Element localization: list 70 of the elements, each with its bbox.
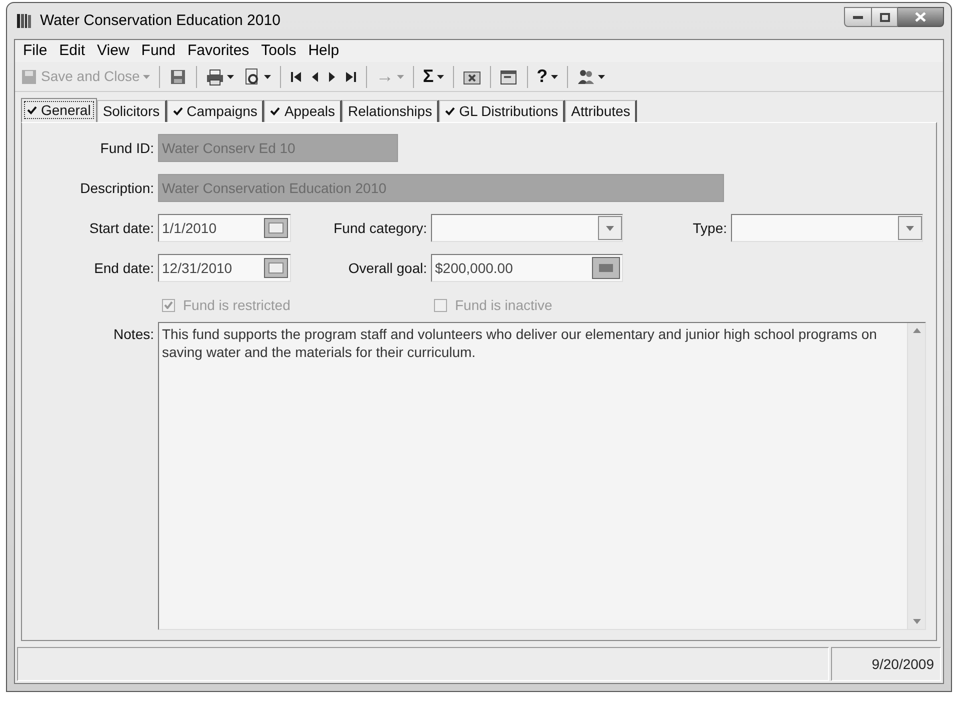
tab[interactable]: Relationships [342,100,440,122]
notes-text: This fund supports the program staff and volunteers who deliver our elementary and junior high school programs on saving water and the materials for their curriculum. [161,325,878,362]
close-icon [915,12,926,22]
maximize-button[interactable] [872,7,898,27]
scroll-down-icon[interactable] [912,619,920,625]
field-label: Description: [79,178,155,198]
field-label: Type: [692,218,728,238]
window-title: Water Conservation Education 2010 [40,10,280,31]
field-label: Overall goal: [347,258,428,278]
maximize-icon [880,12,890,22]
field-label: Start date: [88,218,155,238]
caret-icon [436,74,444,78]
close-button[interactable] [898,7,944,27]
caret-icon [396,74,404,78]
previous-icon [310,70,319,82]
scroll-up-icon[interactable] [912,327,920,333]
fund-category-dropdown[interactable] [431,214,623,242]
check-icon [172,107,183,116]
field-label: Notes: [112,325,155,344]
checkbox-label: Fund is restricted [183,296,290,314]
books-icon [16,12,34,30]
toolbar-button[interactable]: ? [534,64,561,88]
check-icon [445,107,456,116]
last-record-icon [344,70,357,82]
scrollbar[interactable] [907,323,925,629]
tab[interactable]: General [21,98,97,122]
calculator-icon[interactable] [592,257,620,279]
field-label: Fund category: [332,218,428,238]
goal-field[interactable]: $200,000.00 [431,254,623,282]
menu-item[interactable]: Tools [255,40,302,62]
caret-icon [142,74,150,78]
menu-item[interactable]: View [91,40,136,62]
tab[interactable]: Appeals [264,100,342,122]
check-icon [270,107,280,116]
status-date: 9/20/2009 [872,654,934,674]
tab[interactable]: Attributes [565,100,638,122]
minimize-icon [853,15,863,19]
menu-item[interactable]: Favorites [181,40,256,62]
next-icon [328,70,336,82]
printer-icon [206,68,224,86]
menu-item[interactable]: Fund [135,40,182,62]
people-icon [576,68,595,86]
page-magnifier-icon [242,68,261,86]
caret-icon [226,74,234,78]
field-label: End date: [93,258,155,278]
type-dropdown[interactable] [731,214,923,242]
calendar-icon[interactable] [264,218,288,238]
date-value: 1/1/2010 [162,218,218,238]
tab[interactable]: Solicitors [96,100,167,122]
tab[interactable]: GL Distributions [439,100,566,122]
calendar-icon[interactable] [264,258,288,278]
toolbar-button[interactable]: Σ [420,64,447,88]
menu-item[interactable]: Help [302,40,346,62]
check-icon [27,106,37,115]
first-record-icon [290,70,302,82]
caret-icon [598,74,605,78]
date-field[interactable]: 12/31/2010 [158,254,291,282]
checkbox-label: Fund is inactive [455,296,552,314]
tab[interactable]: Campaigns [166,100,264,122]
caret-icon [550,74,558,78]
date-value: 12/31/2010 [162,258,234,278]
menu-item[interactable]: File [17,40,54,62]
notes-field[interactable]: This fund supports the program staff and volunteers who deliver our elementary and junior high school programs on saving water and the materials for their curriculum. [158,322,926,630]
caret-icon [264,74,271,78]
field-label: Fund ID: [99,138,155,158]
menu-item[interactable]: Edit [53,40,92,62]
window-icon [500,68,518,86]
minimize-button[interactable] [844,7,872,27]
date-field[interactable]: 1/1/2010 [158,214,291,242]
goal-value: $200,000.00 [435,258,514,278]
